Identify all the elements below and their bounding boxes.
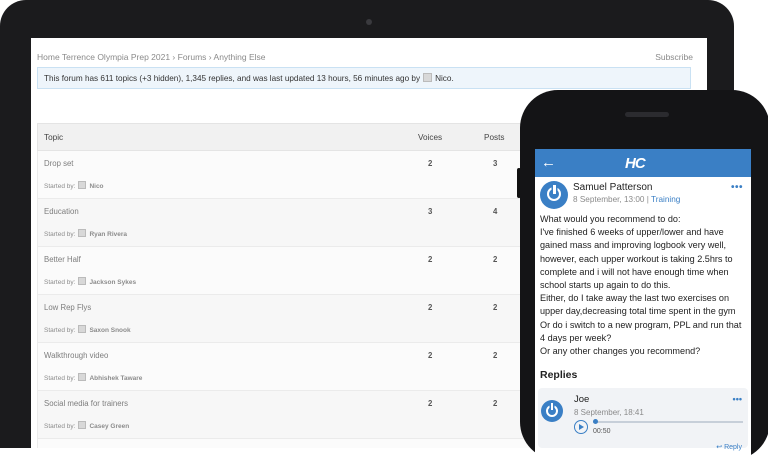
app-header: ← HC [535, 149, 751, 177]
column-topic: Topic [44, 133, 64, 142]
topic-title-link[interactable]: Better Half [44, 255, 81, 264]
more-options-icon[interactable]: ••• [733, 394, 742, 404]
topic-title-link[interactable]: Walkthrough video [44, 351, 108, 360]
posts-count: 2 [493, 351, 498, 360]
table-row: Low Rep Flys Started by: Saxon Snook 2 2 [37, 295, 557, 343]
post-paragraph: Or any other changes you recommend? [540, 346, 701, 357]
table-header: Topic Voices Posts [37, 123, 557, 151]
voices-count: 2 [428, 255, 433, 264]
post-paragraph: What would you recommend to do: [540, 214, 681, 224]
table-row: Better Half Started by: Jackson Sykes 2 2 [37, 247, 557, 295]
meta-separator: | [646, 195, 649, 204]
started-by-label: Started by: [44, 231, 76, 238]
post-paragraph: I've finished 6 weeks of upper/lower and… [540, 227, 733, 291]
breadcrumb[interactable]: Home Terrence Olympia Prep 2021 › Forums… [37, 52, 266, 62]
notice-mid: ago by [395, 74, 421, 83]
more-options-icon[interactable]: ••• [731, 182, 743, 193]
topics-table: Topic Voices Posts Drop set Started by: Ni… [37, 123, 557, 448]
avatar[interactable] [541, 400, 563, 422]
posts-count: 3 [493, 159, 498, 168]
voices-count: 2 [428, 159, 433, 168]
post-meta: 8 September, 13:00 | Training [573, 195, 680, 204]
started-by: Started by: Abhishek Taware [44, 373, 142, 382]
author-link[interactable]: Abhishek Taware [89, 375, 142, 382]
avatar[interactable] [540, 181, 568, 209]
subscribe-link[interactable]: Subscribe [655, 52, 693, 62]
author-link[interactable]: Jackson Sykes [89, 279, 136, 286]
phone-device: ← HC Samuel Patterson 8 September, 13:00… [520, 90, 768, 469]
app-logo: HC [625, 155, 646, 172]
posts-count: 2 [493, 255, 498, 264]
audio-duration: 00:50 [593, 428, 611, 435]
author-link[interactable]: Casey Green [89, 423, 129, 430]
table-row: Start Here Videos814 [37, 439, 557, 448]
reply-card: Joe 8 September, 18:41 ••• 00:50 ↩ Reply [538, 388, 748, 451]
camera-icon [366, 19, 372, 25]
arrow-left-icon[interactable]: ← [541, 154, 556, 172]
started-by-label: Started by: [44, 183, 76, 190]
avatar [423, 73, 433, 82]
voices-count: 3 [428, 207, 433, 216]
app-screen: ← HC Samuel Patterson 8 September, 13:00… [535, 149, 751, 469]
table-row: Social media for trainers Started by: Case… [37, 391, 557, 439]
notice-time-link[interactable]: 13 hours, 56 minutes [317, 74, 393, 83]
table-row: Walkthrough video Started by: Abhishek Taw… [37, 343, 557, 391]
topic-title-link[interactable]: Social media for trainers [44, 399, 128, 408]
topic-title-link[interactable]: Low Rep Flys [44, 303, 91, 312]
post-date: 8 September, 13:00 [573, 195, 645, 204]
post-category-link[interactable]: Training [651, 195, 680, 204]
started-by: Started by: Nico [44, 181, 104, 190]
post-paragraph: Either, do I take away the last two exer… [540, 293, 742, 343]
started-by: Started by: Casey Green [44, 421, 129, 430]
avatar [78, 181, 87, 189]
table-row: Drop set Started by: Nico 2 3 [37, 151, 557, 199]
table-row: Education Started by: Ryan Rivera 3 4 [37, 199, 557, 247]
play-icon[interactable] [574, 420, 588, 434]
column-voices: Voices [418, 133, 443, 142]
topic-title-link[interactable]: Education [44, 207, 79, 216]
avatar [78, 373, 87, 381]
audio-scrub-handle[interactable] [593, 419, 598, 424]
replies-heading: Replies [540, 369, 578, 381]
notice-text: This forum has 611 topics (+3 hidden), 1… [44, 74, 315, 83]
avatar [78, 229, 87, 237]
started-by-label: Started by: [44, 375, 76, 382]
posts-count: 2 [493, 399, 498, 408]
topic-title-link[interactable]: Drop set [44, 159, 73, 168]
avatar [78, 277, 87, 285]
speaker-grille [625, 112, 669, 117]
notice-user-link[interactable]: Nico. [435, 74, 454, 83]
started-by-label: Started by: [44, 279, 76, 286]
started-by: Started by: Saxon Snook [44, 325, 131, 334]
author-link[interactable]: Ryan Rivera [89, 231, 127, 238]
audio-progress-track[interactable] [593, 421, 743, 423]
voices-count: 2 [428, 399, 433, 408]
post-body: What would you recommend to do: I've fin… [540, 213, 748, 358]
started-by-label: Started by: [44, 423, 76, 430]
started-by: Started by: Jackson Sykes [44, 277, 136, 286]
topics-list: Drop set Started by: Nico 2 3 Education Starte… [37, 151, 557, 448]
posts-count: 4 [493, 207, 498, 216]
posts-count: 2 [493, 303, 498, 312]
author-link[interactable]: Nico [89, 183, 103, 190]
reply-author[interactable]: Joe [574, 394, 589, 405]
reply-date: 8 September, 18:41 [574, 408, 644, 417]
forum-info-notice: This forum has 611 topics (+3 hidden), 1… [37, 67, 691, 89]
reply-button[interactable]: ↩ Reply [716, 443, 742, 451]
column-posts: Posts [484, 133, 505, 142]
avatar [78, 325, 87, 333]
author-link[interactable]: Saxon Snook [89, 327, 130, 334]
voices-count: 2 [428, 351, 433, 360]
started-by-label: Started by: [44, 327, 76, 334]
post-author[interactable]: Samuel Patterson [573, 182, 653, 193]
avatar [78, 421, 87, 429]
voices-count: 2 [428, 303, 433, 312]
started-by: Started by: Ryan Rivera [44, 229, 127, 238]
